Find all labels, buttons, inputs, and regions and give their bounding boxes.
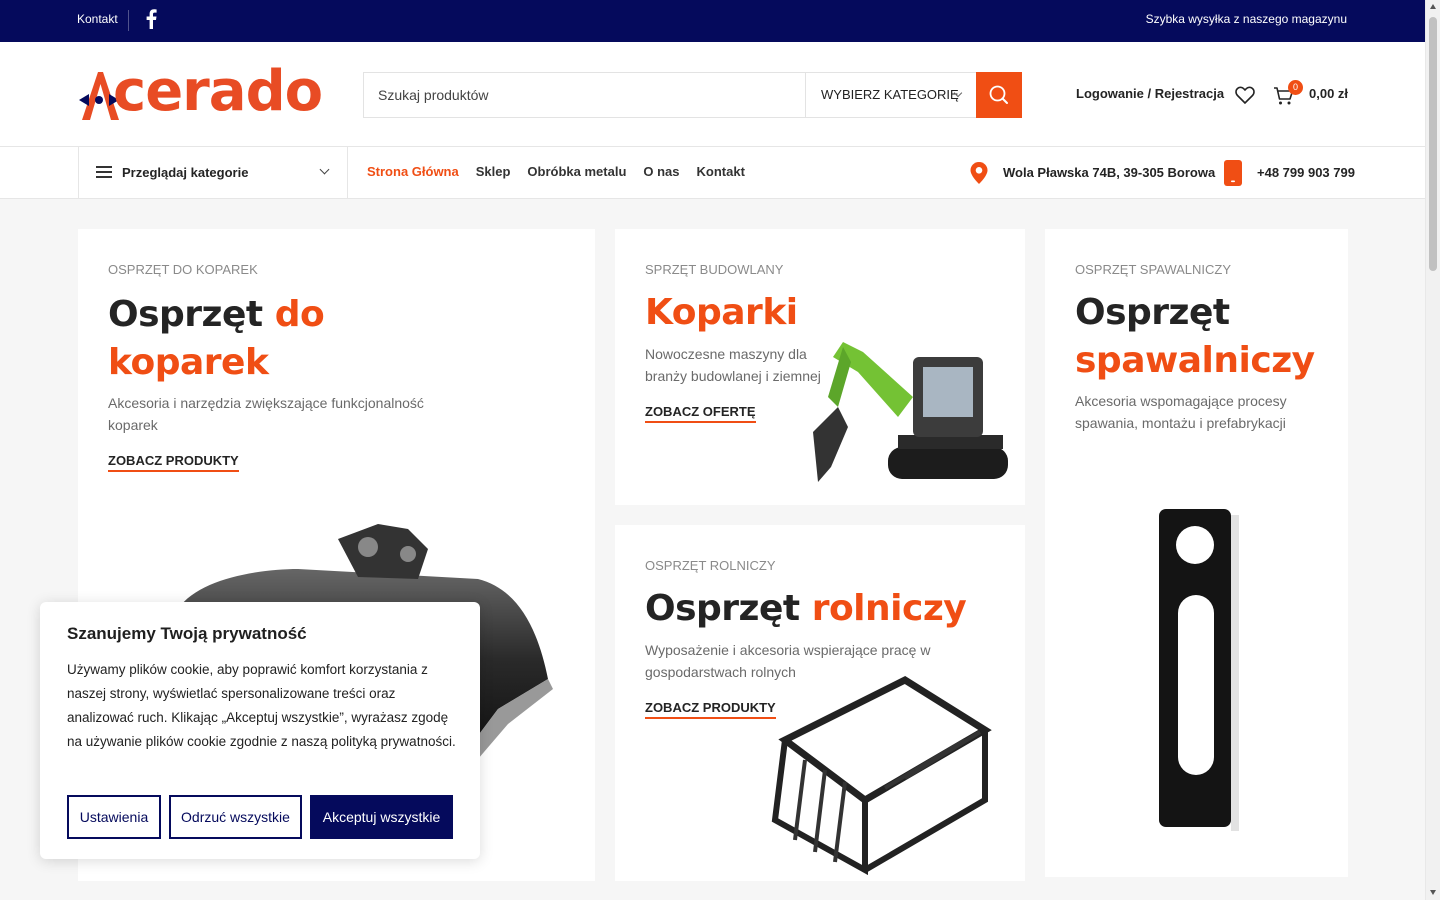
category-select[interactable]: WYBIERZ KATEGORIĘ bbox=[805, 73, 977, 117]
cookie-text: Używamy plików cookie, aby poprawić komf… bbox=[67, 662, 456, 749]
search-icon bbox=[989, 85, 1008, 104]
menu-icon bbox=[96, 166, 112, 178]
facebook-icon[interactable] bbox=[144, 9, 158, 29]
card-title: Osprzęt rolniczy bbox=[645, 585, 967, 633]
card-eyebrow: OSPRZĘT ROLNICZY bbox=[645, 558, 776, 573]
store-address: Wola Pławska 74B, 39-305 Borowa bbox=[1003, 165, 1216, 180]
logo-text: cerado bbox=[113, 59, 323, 124]
menu-item-shop[interactable]: Sklep bbox=[476, 164, 511, 179]
card-title-plain: Osprzęt bbox=[1075, 292, 1230, 333]
card-eyebrow: SPRZĘT BUDOWLANY bbox=[645, 262, 784, 277]
category-card-excavators[interactable]: SPRZĘT BUDOWLANY Koparki Nowoczesne masz… bbox=[615, 229, 1025, 505]
category-select-label: WYBIERZ KATEGORIĘ bbox=[821, 87, 959, 102]
cart-total[interactable]: 0,00 zł bbox=[1309, 86, 1348, 101]
location-pin-icon bbox=[970, 162, 988, 184]
grapple-fork-image bbox=[771, 675, 992, 875]
card-cta-link[interactable]: ZOBACZ PRODUKTY bbox=[645, 700, 776, 719]
card-title: Osprzęt do koparek bbox=[108, 291, 325, 387]
card-title-plain: Osprzęt bbox=[645, 588, 800, 629]
main-nav: Przeglądaj kategorie Strona Główna Sklep O… bbox=[0, 147, 1425, 199]
menu-item-contact[interactable]: Kontakt bbox=[697, 164, 745, 179]
card-title-accent: do bbox=[274, 294, 325, 335]
card-cta-link[interactable]: ZOBACZ PRODUKTY bbox=[108, 453, 239, 472]
login-register-link[interactable]: Logowanie / Rejestracja bbox=[1076, 86, 1224, 101]
primary-menu: Strona Główna Sklep Obróbka metalu O nas Kon… bbox=[367, 164, 762, 179]
cookie-title: Szanujemy Twoją prywatność bbox=[67, 624, 307, 643]
scroll-up-icon[interactable] bbox=[1430, 4, 1436, 9]
cookie-consent-banner: Szanujemy Twoją prywatność Używamy plikó… bbox=[40, 602, 480, 859]
card-title: Koparki bbox=[645, 289, 798, 337]
excavator-image bbox=[813, 342, 1008, 482]
card-description: Akcesoria wspomagające procesy spawania,… bbox=[1075, 393, 1287, 431]
card-cta-link[interactable]: ZOBACZ OFERTĘ bbox=[645, 404, 756, 423]
welding-clamp-image bbox=[1159, 509, 1239, 831]
search-bar: WYBIERZ KATEGORIĘ bbox=[363, 72, 1022, 118]
store-phone[interactable]: +48 799 903 799 bbox=[1257, 165, 1355, 180]
heart-icon[interactable] bbox=[1234, 84, 1256, 106]
cart-count-badge: 0 bbox=[1288, 80, 1303, 95]
site-header: cerado WYBIERZ KATEGORIĘ Logowanie / Rej… bbox=[0, 42, 1425, 147]
category-card-agricultural[interactable]: OSPRZĘT ROLNICZY Osprzęt rolniczy Wyposa… bbox=[615, 525, 1025, 881]
card-title-accent: Koparki bbox=[645, 292, 798, 333]
card-eyebrow: OSPRZĘT DO KOPAREK bbox=[108, 262, 258, 277]
menu-item-metalwork[interactable]: Obróbka metalu bbox=[527, 164, 626, 179]
menu-item-about[interactable]: O nas bbox=[643, 164, 679, 179]
card-eyebrow: OSPRZĘT SPAWALNICZY bbox=[1075, 262, 1232, 277]
scroll-down-icon[interactable] bbox=[1430, 890, 1436, 895]
page-scrollbar[interactable] bbox=[1425, 0, 1440, 900]
shipping-info: Szybka wysyłka z naszego magazynu bbox=[1145, 12, 1347, 26]
site-logo[interactable]: cerado bbox=[77, 59, 325, 124]
card-title: Osprzęt spawalniczy bbox=[1075, 289, 1315, 385]
cookie-settings-button[interactable]: Ustawienia bbox=[67, 795, 161, 839]
card-title-plain: Osprzęt bbox=[108, 294, 263, 335]
topbar-contact-link[interactable]: Kontakt bbox=[77, 12, 118, 26]
card-description: Akcesoria i narzędzia zwiększające funkc… bbox=[108, 395, 424, 433]
menu-item-home[interactable]: Strona Główna bbox=[367, 164, 459, 179]
card-title-accent: spawalniczy bbox=[1075, 340, 1315, 381]
search-button[interactable] bbox=[976, 72, 1022, 118]
browse-categories-button[interactable]: Przeglądaj kategorie bbox=[78, 147, 348, 199]
phone-icon bbox=[1224, 160, 1242, 186]
browse-categories-label: Przeglądaj kategorie bbox=[122, 165, 249, 180]
search-input[interactable] bbox=[364, 73, 805, 117]
card-title-accent: rolniczy bbox=[811, 588, 967, 629]
cookie-accept-button[interactable]: Akceptuj wszystkie bbox=[310, 795, 453, 839]
scroll-thumb[interactable] bbox=[1429, 17, 1437, 271]
category-card-welding[interactable]: OSPRZĘT SPAWALNICZY Osprzęt spawalniczy … bbox=[1045, 229, 1348, 877]
card-title-accent-line2: koparek bbox=[108, 342, 269, 383]
divider bbox=[128, 10, 129, 31]
top-bar: Kontakt Szybka wysyłka z naszego magazyn… bbox=[0, 0, 1425, 42]
cookie-reject-button[interactable]: Odrzuć wszystkie bbox=[169, 795, 302, 839]
chevron-down-icon bbox=[319, 164, 330, 175]
